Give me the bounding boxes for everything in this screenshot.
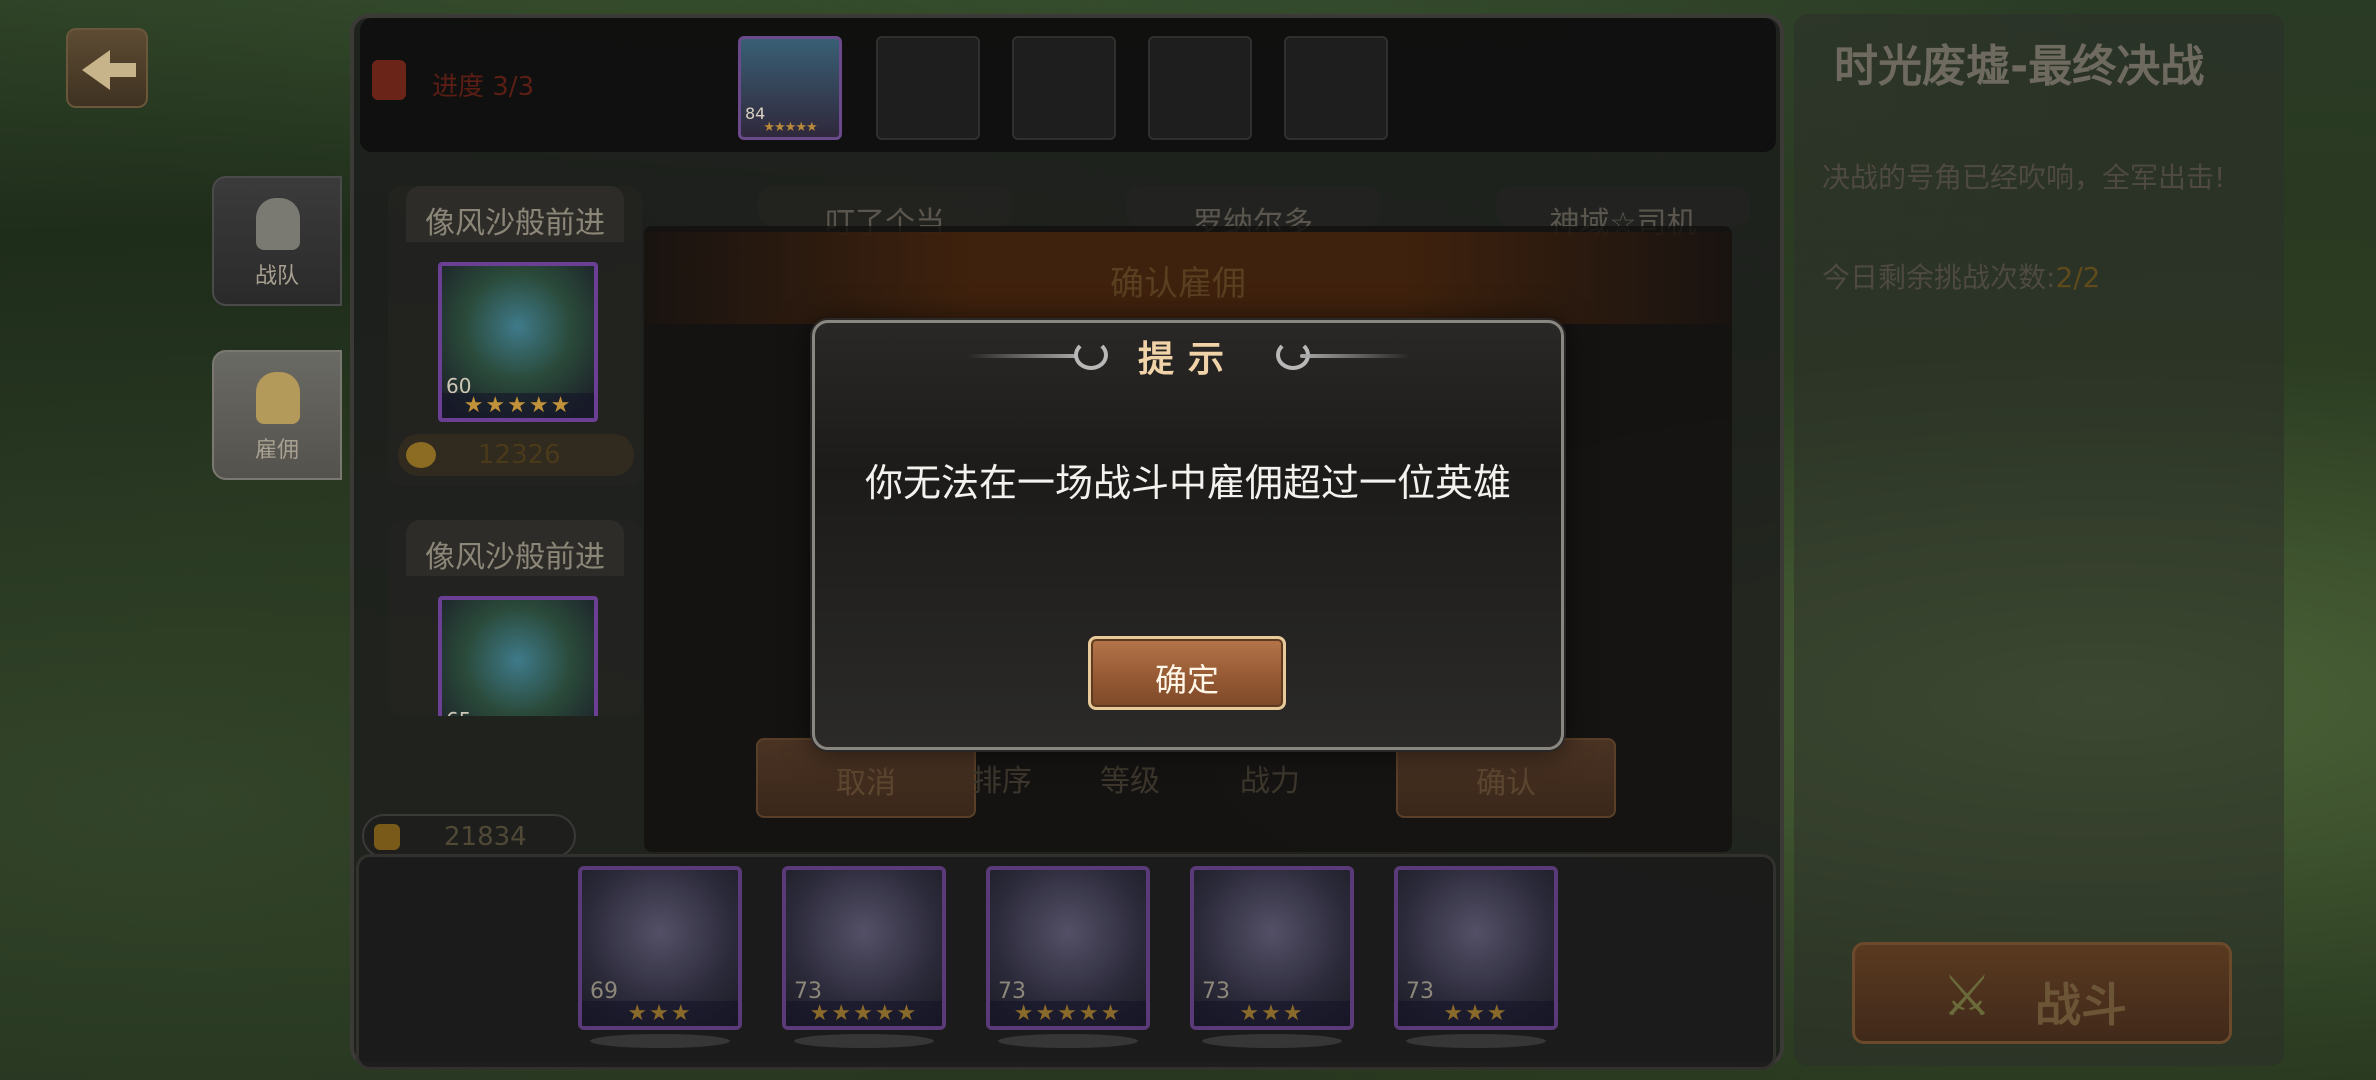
hero-level: 65 (446, 708, 471, 716)
button-label: 确定 (1154, 661, 1219, 699)
hero-stars: ★★★★★ (442, 393, 594, 418)
tab-hire[interactable]: 雇佣 (212, 350, 342, 480)
alert-title: 提示 (1137, 339, 1238, 380)
hero-stars: ★★★ (582, 1001, 738, 1026)
gold-coin-icon (406, 442, 436, 468)
stage-title: 时光废墟-最终决战 (1834, 41, 2205, 92)
button-label: 取消 (836, 766, 896, 801)
back-button[interactable] (66, 28, 148, 108)
button-label: 战斗 (2035, 978, 2127, 1032)
card-owner: 像风沙般前进 (425, 540, 605, 575)
attempts-label: 今日剩余挑战次数: (1822, 261, 2056, 294)
warrior-icon (256, 372, 300, 424)
formation-slot-empty[interactable] (1148, 36, 1252, 140)
formation-slot-empty[interactable] (1012, 36, 1116, 140)
tab-label: 雇佣 (254, 438, 299, 463)
hero-stars: ★★★ (1398, 1001, 1554, 1026)
hire-cost: 12326 (398, 434, 634, 476)
hire-card[interactable]: 罗纳尔多 (1126, 186, 1380, 241)
helmet-icon (256, 198, 300, 250)
team-power: 21834 (362, 814, 576, 858)
dialog-title: 确认雇佣 (1110, 264, 1246, 304)
formation-slot-filled[interactable]: 84 ★★★★★ (738, 36, 842, 140)
confirm-button[interactable]: 确认 (1396, 738, 1616, 818)
hero-stars: ★★★★★ (990, 1001, 1146, 1026)
stage-description: 决战的号角已经吹响，全军出击! (1822, 161, 2226, 194)
hero-stars: ★★★★★ (763, 120, 817, 135)
sort-option[interactable]: 排序 (972, 756, 1032, 800)
hire-card[interactable]: 叮了个当 (758, 186, 1012, 241)
attempts-remaining: 今日剩余挑战次数:2/2 (1822, 256, 2101, 296)
team-member[interactable]: 73 ★★★★★ (986, 866, 1150, 1048)
hero-stars: ★★★★★ (786, 1001, 942, 1026)
ok-button[interactable]: 确定 (1088, 636, 1286, 710)
team-member[interactable]: 73 ★★★★★ (782, 866, 946, 1048)
power-value: 21834 (444, 822, 527, 852)
hire-card[interactable]: 像风沙般前进 65 (388, 520, 642, 716)
cost-value: 12326 (478, 440, 561, 470)
fist-icon (374, 824, 400, 850)
team-member[interactable]: 73 ★★★ (1190, 866, 1354, 1048)
hire-card[interactable]: 像风沙般前进 60 ★★★★★ 12326 (388, 186, 642, 486)
hero-stars: ★★★ (1194, 1001, 1350, 1026)
tab-team[interactable]: 战队 (212, 176, 342, 306)
crossed-swords-icon: ⚔ (1941, 964, 1993, 1029)
team-member[interactable]: 69 ★★★ (578, 866, 742, 1048)
sort-option[interactable]: 等级 (1100, 756, 1160, 800)
formation-slot-empty[interactable] (876, 36, 980, 140)
alert-header: 提示 (812, 330, 1564, 390)
hero-portrait: 65 (438, 596, 598, 716)
alert-message: 你无法在一场战斗中雇佣超过一位英雄 (864, 461, 1511, 505)
team-member[interactable]: 73 ★★★ (1394, 866, 1558, 1048)
hire-card[interactable]: 神域☆司机 (1496, 186, 1750, 241)
ornament-line (1300, 354, 1410, 358)
cancel-button[interactable]: 取消 (756, 738, 976, 818)
sort-option[interactable]: 战力 (1240, 756, 1300, 800)
progress-label: 进度 3/3 (432, 72, 535, 102)
button-label: 确认 (1476, 766, 1536, 801)
tab-label: 战队 (254, 264, 299, 289)
fight-button[interactable]: ⚔ 战斗 (1852, 942, 2232, 1044)
attempts-value: 2/2 (2055, 261, 2101, 294)
card-owner: 像风沙般前进 (425, 206, 605, 241)
formation-slot-empty[interactable] (1284, 36, 1388, 140)
hero-portrait: 60 ★★★★★ (438, 262, 598, 422)
progress-badge-icon (372, 60, 406, 100)
